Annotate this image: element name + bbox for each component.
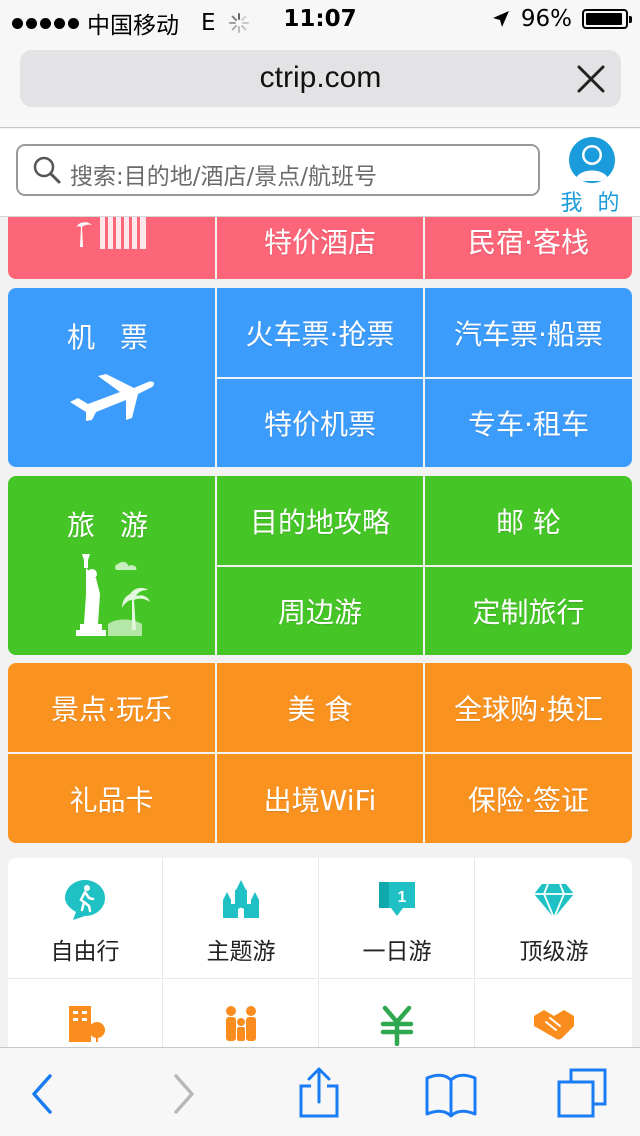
travel-section: 旅 游 目的地攻略 邮 轮 周边游 定制旅行 — [8, 476, 632, 655]
special-hotels-tile[interactable]: 特价酒店 — [217, 217, 423, 279]
my-account-label: 我 的 — [560, 191, 624, 216]
train-tickets-label: 火车票·抢票 — [245, 317, 395, 351]
day-trip-item[interactable]: 1 一日游 — [320, 858, 475, 979]
custom-travel-label: 定制旅行 — [472, 596, 585, 629]
services-section: 景点·玩乐 美 食 全球购·换汇 礼品卡 出境WiFi 保险·签证 — [8, 663, 632, 843]
special-flights-label: 特价机票 — [263, 408, 376, 441]
status-right: 96% — [491, 6, 632, 32]
bus-ship-tickets-label: 汽车票·船票 — [454, 317, 603, 351]
statue-of-liberty-icon — [75, 554, 150, 636]
castle-icon — [223, 880, 259, 918]
family-travel-item[interactable] — [164, 980, 319, 1048]
cruise-tile[interactable]: 邮 轮 — [425, 476, 632, 565]
handshake-icon — [534, 1010, 574, 1040]
battery-icon — [582, 9, 632, 29]
nearby-travel-label: 周边游 — [277, 596, 362, 629]
browser-address-bar: ctrip.com — [0, 40, 640, 128]
my-account-button[interactable]: 我 的 — [554, 137, 630, 216]
search-header: 搜索:目的地/酒店/景点/航班号 我 的 — [0, 129, 640, 217]
url-field[interactable]: ctrip.com — [20, 50, 621, 107]
hotel-package-item[interactable] — [8, 980, 163, 1048]
destination-guide-tile[interactable]: 目的地攻略 — [217, 476, 423, 565]
flight-main-label: 机 票 — [67, 321, 156, 354]
insurance-visa-label: 保险·签证 — [468, 783, 589, 817]
flight-main-tile[interactable]: 机 票 — [8, 288, 215, 467]
tabs-icon[interactable] — [555, 1066, 611, 1122]
luxury-travel-item[interactable]: 顶级游 — [476, 858, 632, 979]
special-hotels-label: 特价酒店 — [263, 226, 376, 259]
battery-fill — [586, 13, 623, 25]
destination-guide-label: 目的地攻略 — [249, 505, 390, 539]
url-text[interactable]: ctrip.com — [20, 61, 621, 95]
day-tag-icon: 1 — [379, 882, 415, 916]
homestay-tile[interactable]: 民宿·客栈 — [425, 217, 632, 279]
bus-ship-tickets-tile[interactable]: 汽车票·船票 — [425, 288, 632, 377]
back-arrow-icon[interactable] — [14, 1066, 70, 1122]
yuan-icon — [380, 1005, 414, 1046]
independent-travel-item[interactable]: 自由行 — [8, 858, 163, 979]
battery-percent: 96% — [520, 6, 572, 32]
airplane-icon — [69, 374, 154, 421]
search-input[interactable]: 搜索:目的地/酒店/景点/航班号 — [16, 144, 540, 196]
train-tickets-tile[interactable]: 火车票·抢票 — [217, 288, 423, 377]
food-tile[interactable]: 美 食 — [217, 663, 423, 752]
gift-card-tile[interactable]: 礼品卡 — [8, 754, 215, 843]
theme-travel-label: 主题游 — [206, 939, 276, 965]
luxury-travel-label: 顶级游 — [519, 939, 589, 965]
hotel-main-tile[interactable] — [8, 217, 215, 279]
global-shopping-tile[interactable]: 全球购·换汇 — [425, 663, 632, 752]
cruise-label: 邮 轮 — [496, 505, 561, 539]
global-shopping-label: 全球购·换汇 — [454, 692, 603, 726]
diamond-icon — [534, 883, 574, 921]
wifi-label: 出境WiFi — [263, 783, 377, 817]
attractions-tile[interactable]: 景点·玩乐 — [8, 663, 215, 752]
family-icon — [226, 1006, 256, 1041]
status-bar: 中国移动 E 11:07 96% — [0, 0, 640, 40]
hotel-building-icon — [76, 217, 146, 249]
special-flights-tile[interactable]: 特价机票 — [217, 379, 423, 467]
nearby-travel-tile[interactable]: 周边游 — [217, 567, 423, 655]
insurance-visa-tile[interactable]: 保险·签证 — [425, 754, 632, 843]
flight-section: 机 票 火车票·抢票 汽车票·船票 特价机票 专车·租车 — [8, 288, 632, 467]
wifi-tile[interactable]: 出境WiFi — [217, 754, 423, 843]
day-trip-label: 一日游 — [362, 939, 432, 965]
finance-item[interactable] — [320, 980, 475, 1048]
homestay-label: 民宿·客栈 — [468, 226, 589, 259]
bookmarks-icon[interactable] — [423, 1066, 479, 1122]
car-rental-tile[interactable]: 专车·租车 — [425, 379, 632, 467]
partnership-item[interactable] — [476, 980, 632, 1048]
walking-person-icon — [65, 880, 105, 920]
share-icon[interactable] — [291, 1066, 347, 1122]
travel-main-tile[interactable]: 旅 游 — [8, 476, 215, 655]
location-arrow-icon — [492, 11, 509, 27]
search-placeholder: 搜索:目的地/酒店/景点/航班号 — [70, 164, 377, 190]
travel-main-label: 旅 游 — [67, 509, 156, 542]
svg-text:1: 1 — [398, 889, 407, 906]
close-icon[interactable] — [575, 63, 607, 95]
hotel-section: 特价酒店 民宿·客栈 — [8, 217, 632, 279]
food-label: 美 食 — [287, 692, 353, 726]
gift-card-label: 礼品卡 — [69, 783, 154, 817]
theme-travel-item[interactable]: 主题游 — [164, 858, 319, 979]
search-icon — [33, 156, 61, 184]
browser-toolbar — [0, 1047, 640, 1136]
forward-arrow-icon[interactable] — [156, 1066, 212, 1122]
building-icon — [69, 1006, 105, 1042]
independent-travel-label: 自由行 — [50, 939, 120, 965]
car-rental-label: 专车·租车 — [468, 408, 589, 441]
attractions-label: 景点·玩乐 — [51, 692, 172, 726]
quick-icon-grid: 自由行 主题游 1 一日游 顶级游 — [8, 858, 632, 1048]
user-avatar-icon — [569, 137, 615, 183]
custom-travel-tile[interactable]: 定制旅行 — [425, 567, 632, 655]
